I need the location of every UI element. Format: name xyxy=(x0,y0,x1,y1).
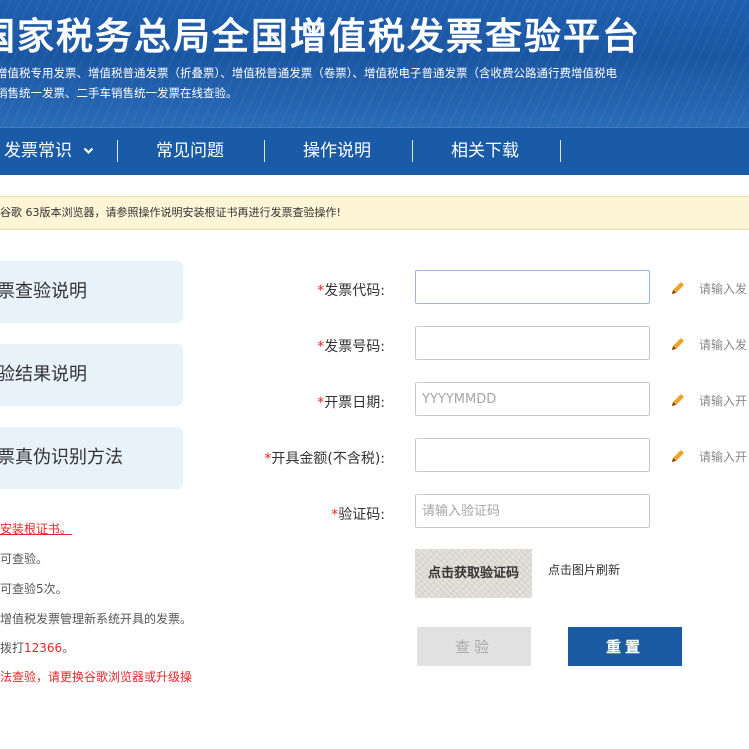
tip-check-limit: 可查验5次。 xyxy=(0,582,68,596)
amount-label: *开具金额(不含税): xyxy=(185,448,385,468)
chevron-down-icon xyxy=(84,147,94,155)
issue-date-label-text: 开票日期: xyxy=(324,395,385,411)
invoice-number-label-text: 发票号码: xyxy=(324,339,385,355)
site-description: 增值税专用发票、增值税普通发票（折叠票）、增值税普通发票（卷票）、增值税电子普通… xyxy=(0,63,749,103)
nav-item-invoice-knowledge[interactable]: 发票常识 xyxy=(4,128,94,175)
captcha-image[interactable]: 点击获取验证码 xyxy=(415,549,532,598)
sidebar-card-result-instructions[interactable]: 验结果说明 xyxy=(0,344,183,406)
tip-new-system: 增值税发票管理新系统开具的发票。 xyxy=(0,612,193,626)
tip-install-cert[interactable]: 安装根证书。 xyxy=(0,520,72,537)
site-description-line-1: 增值税专用发票、增值税普通发票（折叠票）、增值税普通发票（卷票）、增值税电子普通… xyxy=(0,66,617,80)
hotline-number: 12366 xyxy=(24,641,63,655)
invoice-number-label: *发票号码: xyxy=(185,336,385,356)
captcha-label: *验证码: xyxy=(185,504,385,524)
site-header: 国家税务总局全国增值税发票查验平台 增值税专用发票、增值税普通发票（折叠票）、增… xyxy=(0,0,749,127)
pencil-icon xyxy=(672,450,684,462)
invoice-number-input[interactable] xyxy=(415,326,650,360)
invoice-code-hint: 请输入发 xyxy=(699,282,748,296)
tip-can-check: 可查验。 xyxy=(0,552,49,566)
invoice-number-hint: 请输入发 xyxy=(699,338,748,352)
tip-hotline: 拨打12366。 xyxy=(0,639,74,656)
tip-hotline-suffix: 。 xyxy=(62,641,75,655)
issue-date-hint: 请输入开 xyxy=(699,394,748,408)
browser-notice-text: 谷歌 63版本浏览器，请参照操作说明安装根证书再进行发票查验操作! xyxy=(0,206,341,219)
nav-item-label: 发票常识 xyxy=(4,141,72,161)
browser-notice: 谷歌 63版本浏览器，请参照操作说明安装根证书再进行发票查验操作! xyxy=(0,196,749,230)
captcha-input[interactable] xyxy=(415,494,650,528)
sidebar-card-authenticity-methods[interactable]: 票真伪识别方法 xyxy=(0,427,183,489)
invoice-code-input[interactable] xyxy=(415,270,650,304)
captcha-refresh-text[interactable]: 点击图片刷新 xyxy=(548,561,620,578)
tip-hotline-prefix: 拨打 xyxy=(0,641,25,655)
nav-separator xyxy=(560,140,561,162)
tip-install-cert-link[interactable]: 安装根证书。 xyxy=(0,522,72,536)
pencil-icon xyxy=(672,282,684,294)
reset-button[interactable]: 重置 xyxy=(568,627,682,666)
pencil-icon xyxy=(672,394,684,406)
nav-separator xyxy=(117,140,118,162)
pencil-icon xyxy=(672,338,684,350)
amount-hint: 请输入开 xyxy=(699,450,748,464)
issue-date-input[interactable] xyxy=(415,382,650,416)
main-nav: 发票常识 常见问题 操作说明 相关下载 xyxy=(0,127,749,175)
amount-input[interactable] xyxy=(415,438,650,472)
sidebar-card-label: 票真伪识别方法 xyxy=(0,447,123,468)
invoice-code-label-text: 发票代码: xyxy=(324,283,385,299)
site-title: 国家税务总局全国增值税发票查验平台 xyxy=(0,15,641,58)
nav-separator xyxy=(264,140,265,162)
nav-item-faq[interactable]: 常见问题 xyxy=(156,128,224,175)
sidebar-card-label: 验结果说明 xyxy=(0,364,87,385)
captcha-label-text: 验证码: xyxy=(338,507,385,523)
check-button[interactable]: 查验 xyxy=(417,627,531,666)
site-description-line-2: 销售统一发票、二手车销售统一发票在线查验。 xyxy=(0,86,238,100)
nav-item-instructions[interactable]: 操作说明 xyxy=(303,128,371,175)
sidebar-card-label: 票查验说明 xyxy=(0,281,87,302)
captcha-image-text: 点击获取验证码 xyxy=(427,566,519,581)
invoice-code-label: *发票代码: xyxy=(185,280,385,300)
sidebar-card-query-instructions[interactable]: 票查验说明 xyxy=(0,261,183,323)
nav-item-downloads[interactable]: 相关下载 xyxy=(451,128,519,175)
nav-separator xyxy=(412,140,413,162)
issue-date-label: *开票日期: xyxy=(185,392,385,412)
tip-browser-upgrade: 法查验，请更换谷歌浏览器或升级操 xyxy=(0,670,193,684)
amount-label-text: 开具金额(不含税): xyxy=(271,451,385,467)
